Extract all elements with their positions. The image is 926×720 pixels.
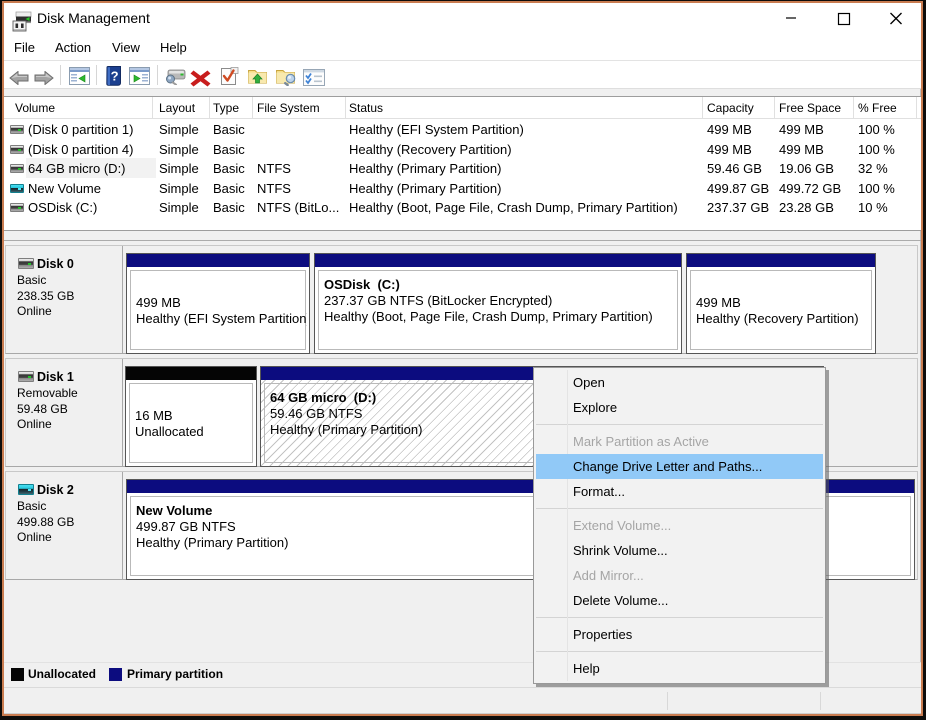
svg-text:?: ?	[111, 69, 119, 84]
